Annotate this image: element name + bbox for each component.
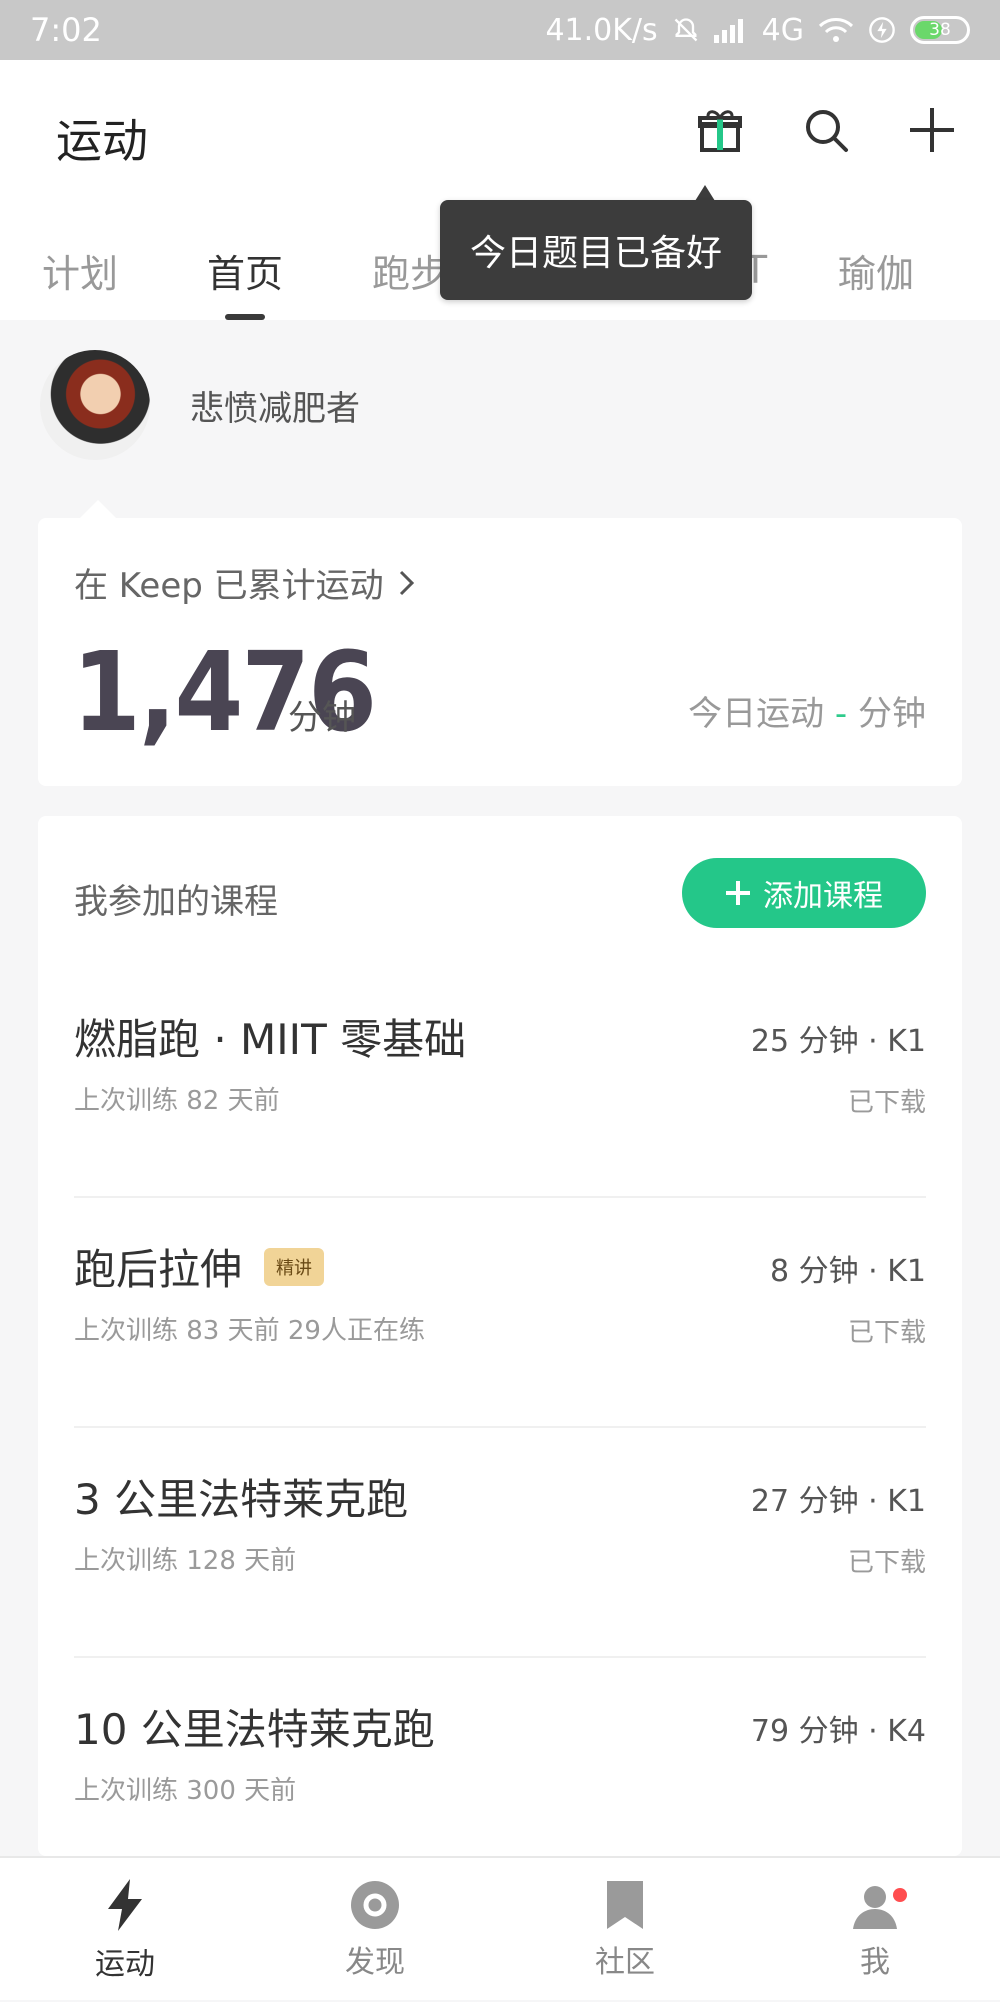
course-last-trained: 上次训练 83 天前 29人正在练	[74, 1316, 425, 1346]
nav-me[interactable]: 我	[750, 1858, 1000, 2002]
courses-card: 我参加的课程 添加课程 燃脂跑 · MIIT 零基础 上次训练 82 天前 25…	[38, 816, 962, 1856]
nav-community[interactable]: 社区	[500, 1858, 750, 2002]
plus-icon	[910, 108, 954, 152]
gift-button[interactable]	[692, 102, 748, 158]
status-time: 7:02	[30, 11, 102, 49]
tab-home[interactable]: 首页	[195, 220, 295, 320]
network-speed: 41.0K/s	[545, 12, 658, 48]
chevron-right-icon	[399, 570, 414, 595]
add-course-button[interactable]: 添加课程	[682, 858, 926, 928]
course-item[interactable]: 3 公里法特莱克跑 上次训练 128 天前 27 分钟 · K1 已下载	[74, 1426, 926, 1658]
tooltip-arrow	[695, 185, 715, 201]
course-last-trained: 上次训练 128 天前	[74, 1546, 297, 1576]
course-item[interactable]: 跑后拉伸 精讲 上次训练 83 天前 29人正在练 8 分钟 · K1 已下载	[74, 1196, 926, 1428]
course-item[interactable]: 10 公里法特莱克跑 上次训练 300 天前 79 分钟 · K4	[74, 1656, 926, 1886]
status-bar: 7:02 41.0K/s 4G 38	[0, 0, 1000, 60]
course-title: 跑后拉伸 精讲	[74, 1236, 325, 1297]
page-title: 运动	[56, 114, 148, 168]
course-download-status: 已下载	[847, 1318, 926, 1348]
nav-workout[interactable]: 运动	[0, 1858, 250, 2002]
bolt-icon	[108, 1879, 142, 1931]
mute-icon	[672, 16, 700, 44]
gift-icon	[698, 110, 742, 152]
profile-icon	[853, 1886, 897, 1929]
courses-heading: 我参加的课程	[74, 882, 278, 922]
tab-plan[interactable]: 计划	[30, 220, 130, 320]
course-download-status: 已下载	[847, 1088, 926, 1118]
course-duration-level: 79 分钟 · K4	[750, 1714, 926, 1749]
total-minutes-unit: 分钟	[288, 698, 356, 738]
course-duration-level: 8 分钟 · K1	[770, 1254, 926, 1289]
header-actions	[692, 102, 960, 158]
profile-name: 悲愤减肥者	[190, 388, 360, 429]
card-pointer	[80, 500, 116, 518]
featured-badge: 精讲	[264, 1247, 325, 1286]
wifi-icon	[818, 16, 854, 44]
search-button[interactable]	[798, 102, 854, 158]
course-title: 燃脂跑 · MIIT 零基础	[74, 1015, 467, 1064]
status-icons: 41.0K/s 4G 38	[545, 13, 970, 48]
course-duration-level: 27 分钟 · K1	[750, 1484, 926, 1519]
notification-dot	[893, 1888, 907, 1902]
bookmark-icon	[607, 1881, 643, 1929]
course-duration-level: 25 分钟 · K1	[750, 1024, 926, 1059]
plus-icon	[726, 881, 750, 905]
stats-card[interactable]: 在 Keep 已累计运动 1,476 分钟 今日运动 - 分钟	[38, 518, 962, 786]
network-type: 4G	[761, 12, 804, 48]
profile-row[interactable]: 悲愤减肥者	[40, 350, 360, 460]
nav-discover[interactable]: 发现	[250, 1858, 500, 2002]
charging-icon	[868, 16, 896, 44]
course-last-trained: 上次训练 300 天前	[74, 1776, 297, 1806]
bottom-navigation: 运动 发现 社区 我	[0, 1856, 1000, 2000]
today-exercise: 今日运动 - 分钟	[688, 694, 926, 734]
course-title: 10 公里法特莱克跑	[74, 1705, 435, 1754]
discover-icon	[351, 1881, 399, 1929]
daily-quiz-tooltip[interactable]: 今日题目已备好	[440, 200, 752, 300]
course-item[interactable]: 燃脂跑 · MIIT 零基础 上次训练 82 天前 25 分钟 · K1 已下载	[74, 966, 926, 1198]
tab-yoga[interactable]: 瑜伽	[826, 220, 926, 320]
tab-active-indicator	[225, 314, 265, 320]
avatar[interactable]	[40, 350, 150, 460]
stats-label[interactable]: 在 Keep 已累计运动	[74, 558, 416, 607]
course-title: 3 公里法特莱克跑	[74, 1475, 409, 1524]
search-icon	[806, 110, 848, 152]
course-download-status: 已下载	[847, 1548, 926, 1578]
course-last-trained: 上次训练 82 天前	[74, 1086, 280, 1116]
signal-icon	[713, 17, 748, 43]
battery-icon: 38	[910, 16, 970, 44]
add-button[interactable]	[904, 102, 960, 158]
